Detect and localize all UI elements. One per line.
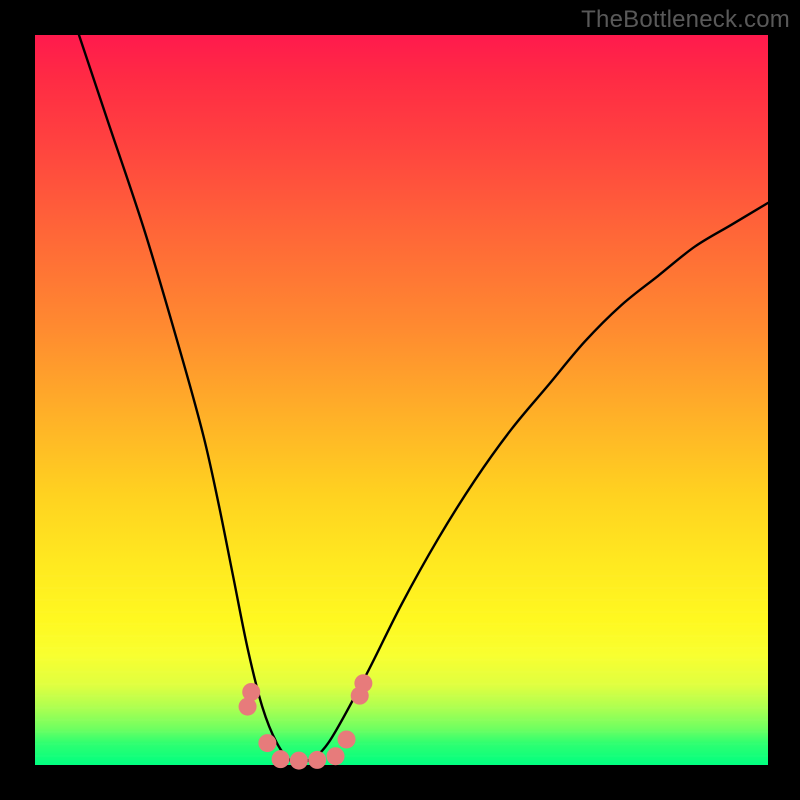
marker-bottom-4 xyxy=(327,747,345,765)
marker-right-lower xyxy=(338,730,356,748)
marker-bottom-1 xyxy=(272,750,290,768)
marker-bottom-3 xyxy=(308,751,326,769)
chart-svg xyxy=(35,35,768,765)
chart-frame: TheBottleneck.com xyxy=(0,0,800,800)
marker-right-upper2 xyxy=(354,674,372,692)
marker-left-upper2 xyxy=(239,698,257,716)
bottleneck-curve xyxy=(79,35,768,764)
marker-left-lower xyxy=(258,734,276,752)
marker-bottom-2 xyxy=(290,752,308,770)
curve-markers xyxy=(239,674,373,769)
watermark-text: TheBottleneck.com xyxy=(581,6,790,34)
